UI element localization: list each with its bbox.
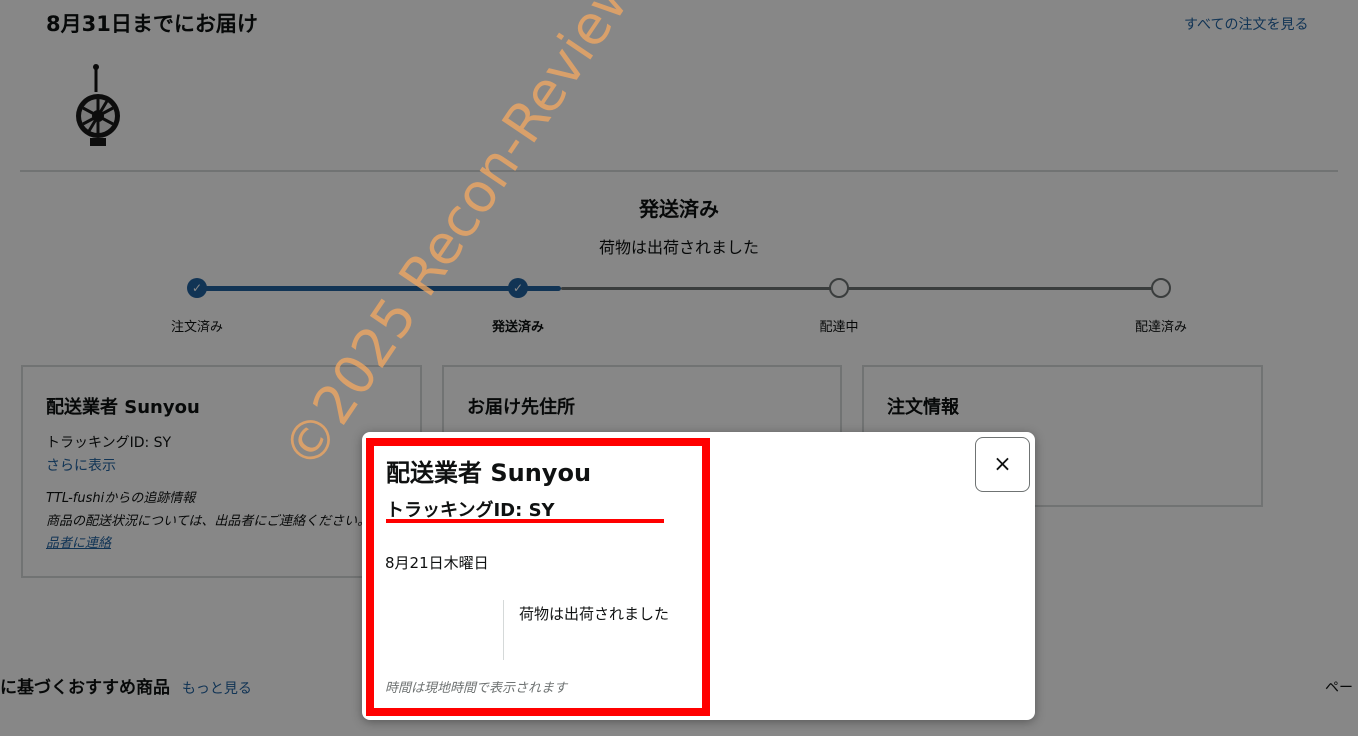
annotation-red-underline (386, 519, 664, 523)
annotation-red-box (366, 438, 710, 716)
close-icon: × (993, 452, 1012, 477)
close-modal-button[interactable]: × (975, 437, 1030, 492)
